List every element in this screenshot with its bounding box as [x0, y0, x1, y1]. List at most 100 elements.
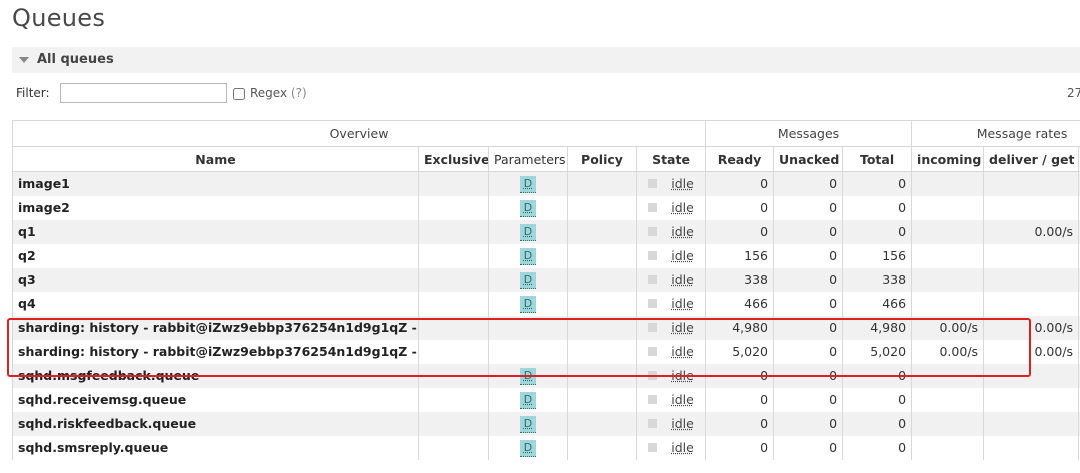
- queue-name-link[interactable]: sqhd.smsreply.queue: [12, 435, 419, 460]
- durable-badge[interactable]: D: [519, 175, 537, 193]
- queue-name-link[interactable]: q1: [12, 219, 419, 244]
- durable-badge[interactable]: D: [519, 295, 537, 313]
- state-text: idle: [671, 200, 694, 215]
- col-header-policy[interactable]: Policy: [567, 146, 637, 172]
- ready-cell: 0: [705, 435, 775, 460]
- total-cell: 5,020: [842, 339, 913, 364]
- exclusive-cell: [418, 219, 489, 244]
- ready-cell: 0: [705, 195, 775, 220]
- page-title: Queues: [12, 4, 106, 32]
- deliver-cell: [983, 435, 1080, 460]
- deliver-cell: [983, 171, 1080, 196]
- queue-name-link[interactable]: q3: [12, 267, 419, 292]
- ready-cell: 0: [705, 411, 775, 436]
- col-header-ready[interactable]: Ready: [705, 146, 775, 172]
- table-row[interactable]: sqhd.receivemsg.queue Didle 0 0 0: [12, 387, 1080, 412]
- col-header-parameters[interactable]: Parameters: [488, 146, 568, 172]
- policy-cell: [567, 171, 637, 196]
- filter-label: Filter:: [16, 86, 50, 100]
- queue-name-link[interactable]: sqhd.msgfeedback.queue: [12, 363, 419, 388]
- state-indicator-icon: [648, 395, 658, 404]
- state-text: idle: [671, 176, 694, 192]
- deliver-cell: [983, 243, 1080, 268]
- queue-name-link[interactable]: image2: [12, 195, 419, 220]
- regex-help-link[interactable]: (?): [291, 86, 307, 100]
- deliver-cell: [983, 387, 1080, 412]
- state-text: idle: [671, 224, 694, 239]
- state-cell: idle: [635, 267, 707, 292]
- exclusive-cell: [418, 267, 489, 292]
- parameters-cell: [488, 315, 568, 340]
- exclusive-cell: [418, 339, 489, 364]
- state-indicator-icon: [648, 419, 658, 428]
- section-label: All queues: [37, 52, 114, 67]
- state-indicator-icon: [648, 371, 658, 380]
- queue-name-link[interactable]: sqhd.receivemsg.queue: [12, 387, 419, 412]
- chevron-down-icon: [19, 57, 29, 63]
- parameters-cell: D: [488, 267, 568, 292]
- queue-name-link[interactable]: sharding: history - rabbit@iZwz9ebbp3762…: [12, 315, 419, 340]
- table-row[interactable]: sqhd.riskfeedback.queue Didle 0 0 0: [12, 411, 1080, 436]
- parameters-cell: D: [488, 435, 568, 460]
- incoming-cell: [911, 243, 985, 268]
- incoming-cell: [911, 171, 985, 196]
- table-row[interactable]: image2 Didle 0 0 0: [12, 195, 1080, 220]
- deliver-cell: [983, 411, 1080, 436]
- state-text: idle: [671, 440, 694, 455]
- all-queues-section-toggle[interactable]: All queues: [12, 47, 1080, 73]
- policy-cell: [567, 411, 637, 436]
- state-cell: idle: [635, 219, 707, 244]
- table-row[interactable]: q2 Didle 156 0 156: [12, 243, 1080, 268]
- queue-name-link[interactable]: q2: [12, 243, 419, 268]
- table-row[interactable]: q3 Didle 338 0 338: [12, 267, 1080, 292]
- total-cell: 0: [842, 387, 913, 412]
- col-header-deliver[interactable]: deliver / get: [983, 146, 1080, 172]
- durable-badge[interactable]: D: [519, 439, 537, 457]
- total-cell: 0: [842, 219, 913, 244]
- exclusive-cell: [418, 243, 489, 268]
- policy-cell: [567, 195, 637, 220]
- durable-badge[interactable]: D: [519, 271, 537, 289]
- durable-badge[interactable]: D: [519, 199, 537, 217]
- queue-count: 27: [1067, 86, 1080, 100]
- table-row[interactable]: sqhd.smsreply.queue Didle 0 0 0: [12, 435, 1080, 460]
- ready-cell: 0: [705, 171, 775, 196]
- durable-badge[interactable]: D: [519, 223, 537, 241]
- unacked-cell: 0: [773, 435, 844, 460]
- queue-name-link[interactable]: q4: [12, 291, 419, 316]
- durable-badge[interactable]: D: [519, 367, 537, 385]
- policy-cell: [567, 267, 637, 292]
- durable-badge[interactable]: D: [519, 391, 537, 409]
- total-cell: 338: [842, 267, 913, 292]
- table-row[interactable]: q4 Didle 466 0 466: [12, 291, 1080, 316]
- table-row[interactable]: sharding: history - rabbit@iZwz9ebbp3762…: [12, 339, 1080, 364]
- deliver-cell: 0.00/s: [983, 339, 1080, 364]
- table-row[interactable]: sqhd.msgfeedback.queue Didle 0 0 0: [12, 363, 1080, 388]
- col-header-unacked[interactable]: Unacked: [773, 146, 844, 172]
- parameters-cell: D: [488, 411, 568, 436]
- queue-name-link[interactable]: sqhd.riskfeedback.queue: [12, 411, 419, 436]
- col-header-state[interactable]: State: [635, 146, 707, 172]
- parameters-cell: D: [488, 387, 568, 412]
- state-text: idle: [671, 296, 694, 311]
- durable-badge[interactable]: D: [519, 415, 537, 433]
- exclusive-cell: [418, 435, 489, 460]
- queue-name-link[interactable]: sharding: history - rabbit@iZwz9ebbp3762…: [12, 339, 419, 364]
- unacked-cell: 0: [773, 315, 844, 340]
- filter-input[interactable]: [60, 83, 227, 103]
- ready-cell: 0: [705, 387, 775, 412]
- unacked-cell: 0: [773, 339, 844, 364]
- exclusive-cell: [418, 363, 489, 388]
- regex-checkbox[interactable]: [233, 88, 245, 100]
- table-row[interactable]: q1 Didle 0 0 0 0.00/s: [12, 219, 1080, 244]
- queue-name-link[interactable]: image1: [12, 171, 419, 196]
- durable-badge[interactable]: D: [519, 247, 537, 265]
- state-cell: idle: [635, 315, 707, 340]
- col-header-incoming[interactable]: incoming: [911, 146, 985, 172]
- col-header-name[interactable]: Name: [12, 146, 419, 172]
- incoming-cell: [911, 435, 985, 460]
- table-row[interactable]: image1 Didle 0 0 0: [12, 171, 1080, 196]
- col-header-exclusive[interactable]: Exclusive: [418, 146, 489, 172]
- table-row[interactable]: sharding: history - rabbit@iZwz9ebbp3762…: [12, 315, 1080, 340]
- col-header-total[interactable]: Total: [842, 146, 913, 172]
